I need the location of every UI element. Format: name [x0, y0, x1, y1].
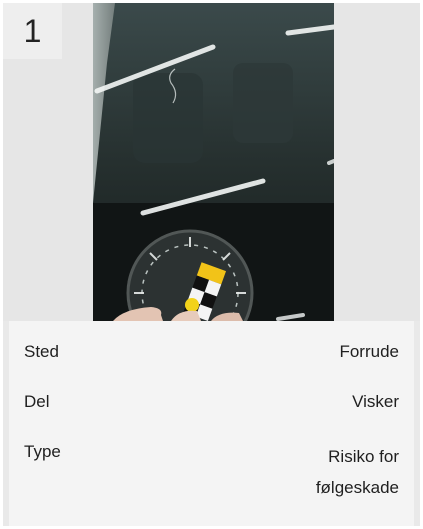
windshield-photo-image	[93, 3, 334, 321]
damage-photo[interactable]	[93, 3, 334, 321]
damage-card: 1 Sted Forrude Del Visker Type Risiko fo…	[3, 3, 420, 526]
detail-value: Forrude	[339, 342, 399, 361]
detail-value: Visker	[352, 392, 399, 411]
detail-label: Del	[24, 392, 50, 411]
detail-label: Type	[24, 442, 61, 461]
damage-details: Sted Forrude Del Visker Type Risiko for …	[9, 321, 414, 526]
photo-area: 1	[3, 3, 420, 321]
detail-label: Sted	[24, 342, 59, 361]
detail-value: Risiko for følgeskade	[315, 447, 399, 497]
image-index-badge: 1	[3, 3, 62, 59]
